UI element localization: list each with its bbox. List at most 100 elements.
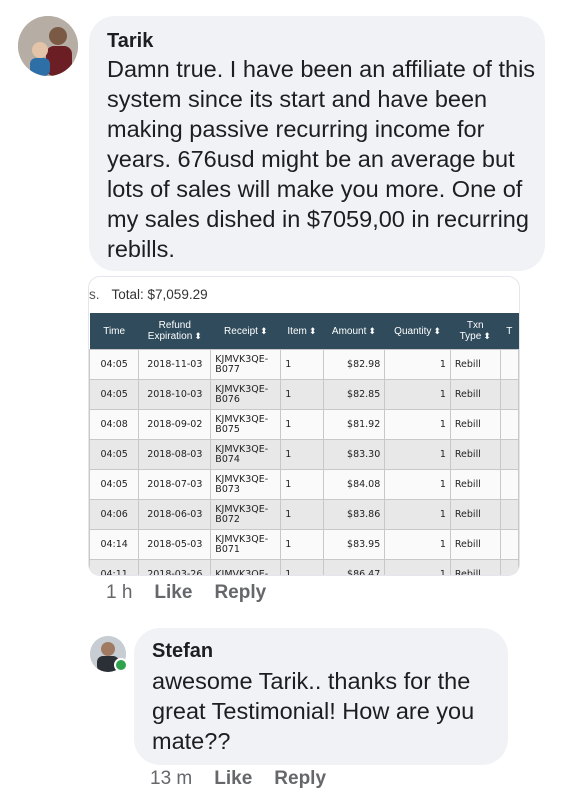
- cell-expiration: 2018-03-26: [138, 559, 212, 575]
- comment-bubble-stefan: Stefan awesome Tarik.. thanks for the gr…: [134, 628, 508, 765]
- cell-quantity: 1: [384, 559, 451, 575]
- cell-time: 04:05: [89, 349, 140, 380]
- cell-amount: $83.86: [322, 499, 386, 530]
- reply-button[interactable]: Reply: [214, 582, 266, 604]
- total-bar: s. Total: $7,059.29: [89, 277, 519, 311]
- cell-item: 1: [280, 439, 324, 470]
- cell-item: 1: [280, 349, 324, 380]
- table-row: 04:11 2018-03-26 KJMVK3QE- 1 $86.47 1 Rebill: [89, 559, 519, 575]
- header-refund-expiration: Refund Expiration ⬍: [138, 313, 211, 350]
- table-row: 04:05 2018-11-03 KJMVK3QE- B077 1 $82.98 1 Rebi…: [89, 349, 519, 380]
- comment-author[interactable]: Tarik: [107, 30, 153, 53]
- cell-receipt: KJMVK3QE- B072: [210, 499, 282, 530]
- cell-amount: $83.95: [322, 529, 386, 560]
- transactions-table: Time Refund Expiration ⬍ Receipt ⬍ Item ⬍ A…: [89, 313, 519, 575]
- header-time: Time: [89, 313, 139, 350]
- cell-type: Rebill: [449, 439, 501, 470]
- cell-expiration: 2018-05-03: [138, 529, 212, 560]
- comment-attachment-image[interactable]: s. Total: $7,059.29 Time Refund Expirati…: [88, 276, 520, 576]
- cell-amount: $81.92: [322, 409, 386, 440]
- cell-quantity: 1: [384, 499, 451, 530]
- cell-truncated: [499, 379, 519, 410]
- cell-item: 1: [280, 499, 324, 530]
- cell-type: Rebill: [449, 349, 501, 380]
- cell-item: 1: [280, 469, 324, 500]
- comment-text: Damn true. I have been an affiliate of t…: [107, 56, 536, 262]
- comment-timestamp[interactable]: 13 m: [150, 768, 192, 790]
- comment-author[interactable]: Stefan: [152, 640, 213, 663]
- cell-item: 1: [280, 529, 324, 560]
- cell-receipt: KJMVK3QE-: [210, 559, 282, 575]
- cell-type: Rebill: [449, 409, 501, 440]
- cell-truncated: [499, 469, 519, 500]
- header-txn-type: Txn Type ⬍: [450, 313, 501, 350]
- comment-bubble-tarik: Tarik Damn true. I have been an affiliat…: [89, 16, 545, 271]
- cell-time: 04:05: [89, 379, 140, 410]
- header-quantity: Quantity ⬍: [384, 313, 451, 350]
- cell-amount: $82.85: [322, 379, 386, 410]
- cell-quantity: 1: [384, 469, 451, 500]
- comment-actions: 1 h Like Reply: [106, 582, 266, 604]
- cell-expiration: 2018-09-02: [138, 409, 212, 440]
- online-status-icon: [114, 658, 128, 672]
- cell-truncated: [499, 439, 519, 470]
- comment-text: awesome Tarik.. thanks for the great Tes…: [152, 668, 475, 754]
- cell-truncated: [499, 559, 519, 575]
- avatar-tarik[interactable]: [18, 16, 78, 76]
- cell-quantity: 1: [384, 409, 451, 440]
- cell-receipt: KJMVK3QE- B075: [210, 409, 282, 440]
- cell-amount: $82.98: [322, 349, 386, 380]
- cell-quantity: 1: [384, 349, 451, 380]
- cell-time: 04:05: [89, 469, 140, 500]
- sort-arrows-icon: ⬍: [194, 331, 202, 341]
- avatar-tarik-image: [18, 16, 78, 76]
- cell-truncated: [499, 349, 519, 380]
- reply-button[interactable]: Reply: [274, 768, 326, 790]
- cell-time: 04:14: [89, 529, 140, 560]
- cell-expiration: 2018-08-03: [138, 439, 212, 470]
- cell-time: 04:11: [89, 559, 140, 575]
- cell-truncated: [499, 499, 519, 530]
- cell-expiration: 2018-10-03: [138, 379, 212, 410]
- header-receipt: Receipt ⬍: [210, 313, 281, 350]
- sort-arrows-icon: ⬍: [483, 331, 491, 341]
- table-row: 04:14 2018-05-03 KJMVK3QE- B071 1 $83.95 1 Rebi…: [89, 529, 519, 560]
- header-truncated: T: [500, 313, 519, 350]
- cell-expiration: 2018-06-03: [138, 499, 212, 530]
- header-amount: Amount ⬍: [323, 313, 385, 350]
- cell-item: 1: [280, 409, 324, 440]
- cell-receipt: KJMVK3QE- B076: [210, 379, 282, 410]
- cell-amount: $86.47: [322, 559, 386, 575]
- cell-type: Rebill: [449, 529, 501, 560]
- table-row: 04:05 2018-10-03 KJMVK3QE- B076 1 $82.85 1 Rebi…: [89, 379, 519, 410]
- cell-receipt: KJMVK3QE- B073: [210, 469, 282, 500]
- sort-arrows-icon: ⬍: [308, 325, 317, 336]
- cell-receipt: KJMVK3QE- B071: [210, 529, 282, 560]
- cell-time: 04:05: [89, 439, 140, 470]
- truncated-prefix: s.: [89, 286, 100, 302]
- cell-truncated: [499, 529, 519, 560]
- cell-item: 1: [280, 559, 324, 575]
- cell-item: 1: [280, 379, 324, 410]
- cell-quantity: 1: [384, 529, 451, 560]
- cell-amount: $84.08: [322, 469, 386, 500]
- table-row: 04:08 2018-09-02 KJMVK3QE- B075 1 $81.92 1 Rebi…: [89, 409, 519, 440]
- cell-truncated: [499, 409, 519, 440]
- cell-type: Rebill: [449, 499, 501, 530]
- avatar-stefan[interactable]: [90, 636, 128, 672]
- comment-timestamp[interactable]: 1 h: [106, 582, 132, 604]
- sort-arrows-icon: ⬍: [259, 325, 268, 336]
- like-button[interactable]: Like: [154, 582, 192, 604]
- like-button[interactable]: Like: [214, 768, 252, 790]
- comment-actions: 13 m Like Reply: [150, 768, 326, 790]
- cell-quantity: 1: [384, 439, 451, 470]
- cell-type: Rebill: [449, 559, 501, 575]
- sort-arrows-icon: ⬍: [433, 325, 441, 336]
- total-label: Total: $7,059.29: [111, 286, 208, 302]
- cell-time: 04:08: [89, 409, 140, 440]
- cell-time: 04:06: [89, 499, 140, 530]
- cell-quantity: 1: [384, 379, 451, 410]
- table-row: 04:05 2018-07-03 KJMVK3QE- B073 1 $84.08 1 Rebi…: [89, 469, 519, 500]
- cell-expiration: 2018-11-03: [138, 349, 212, 380]
- table-row: 04:05 2018-08-03 KJMVK3QE- B074 1 $83.30 1 Rebi…: [89, 439, 519, 470]
